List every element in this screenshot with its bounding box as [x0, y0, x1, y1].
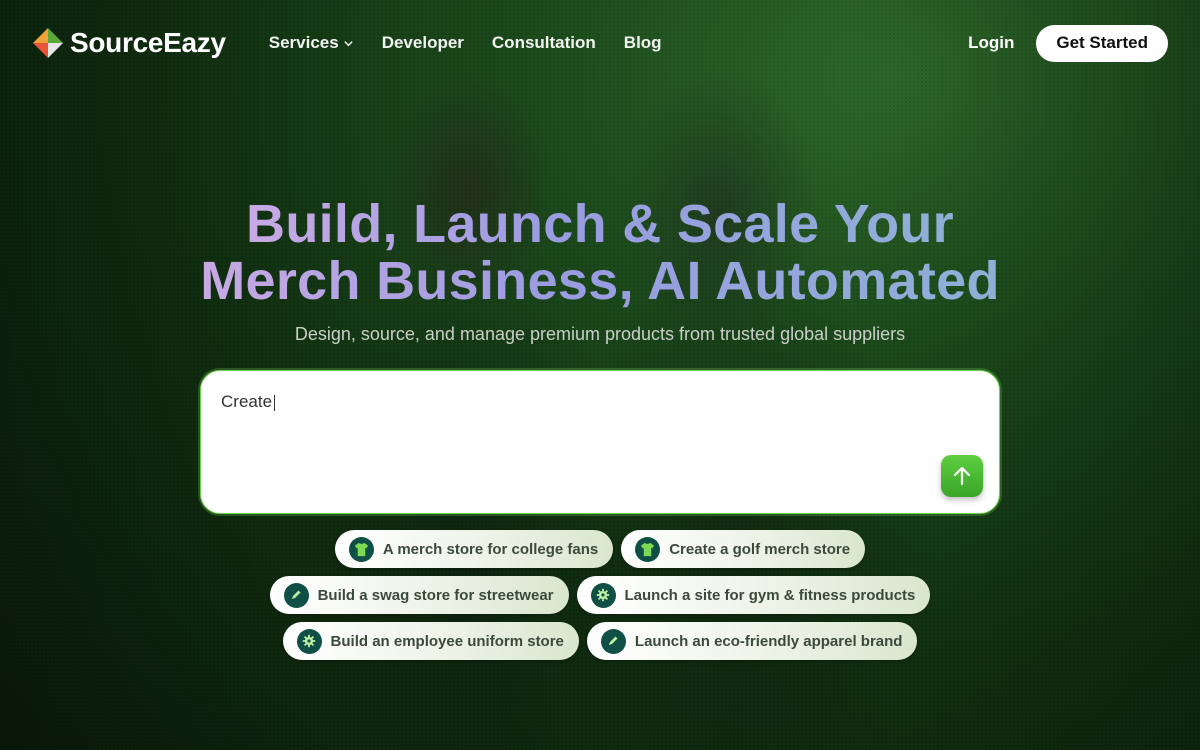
hero-title: Build, Launch & Scale Your Merch Busines…: [0, 196, 1200, 310]
gear-icon: [590, 582, 616, 608]
suggestion-row: Build an employee uniform store Launch a…: [0, 622, 1200, 660]
suggestion-chip[interactable]: Launch a site for gym & fitness products: [576, 576, 931, 614]
prompt-box: [200, 370, 1000, 514]
nav-item-label: Consultation: [491, 33, 596, 52]
top-navigation: SourceEazy Services Developer Consultati…: [0, 0, 1200, 86]
nav-actions: Login Get Started: [968, 24, 1168, 62]
get-started-button[interactable]: Get Started: [1036, 24, 1168, 62]
chevron-down-icon: [344, 40, 353, 46]
tshirt-icon: [635, 536, 661, 562]
nav-item-developer[interactable]: Developer: [382, 33, 464, 53]
suggestion-chip[interactable]: Launch an eco-friendly apparel brand: [586, 622, 918, 660]
brand-logo[interactable]: SourceEazy: [32, 27, 226, 59]
brand-name: SourceEazy: [70, 27, 226, 58]
nav-item-label: Blog: [623, 33, 662, 52]
main-menu: Services Developer Consultation Blog: [269, 33, 662, 53]
suggestion-label: Build a swag store for streetwear: [317, 586, 554, 604]
suggestion-label: Launch an eco-friendly apparel brand: [634, 632, 903, 650]
suggestion-chip[interactable]: Build an employee uniform store: [282, 622, 579, 660]
suggestion-chip[interactable]: A merch store for college fans: [334, 530, 614, 568]
send-button[interactable]: [941, 455, 983, 497]
suggestion-row: Build a swag store for streetwear Launch…: [0, 576, 1200, 614]
text-caret: [274, 395, 275, 411]
suggestion-label: Launch a site for gym & fitness products: [624, 586, 916, 604]
gear-icon: [296, 628, 322, 654]
suggestion-label: Build an employee uniform store: [330, 632, 564, 650]
suggestion-label: A merch store for college fans: [382, 540, 599, 558]
suggestion-chip[interactable]: Create a golf merch store: [621, 530, 866, 568]
suggestion-row: A merch store for college fans Create a …: [0, 530, 1200, 568]
suggestion-chips: A merch store for college fans Create a …: [0, 530, 1200, 668]
prompt-input[interactable]: [221, 391, 921, 413]
nav-item-services[interactable]: Services: [269, 33, 354, 53]
hero-title-line-2: Merch Business, AI Automated: [200, 251, 1000, 311]
nav-item-consultation[interactable]: Consultation: [492, 33, 596, 53]
login-link[interactable]: Login: [968, 33, 1014, 53]
tshirt-icon: [348, 536, 374, 562]
suggestion-chip[interactable]: Build a swag store for streetwear: [269, 576, 569, 614]
suggestion-label: Create a golf merch store: [669, 540, 851, 558]
nav-item-label: Developer: [381, 33, 464, 52]
arrow-up-icon: [953, 466, 971, 486]
nav-item-label: Services: [268, 33, 339, 52]
nav-item-blog[interactable]: Blog: [624, 33, 662, 53]
sourceeazy-logo-icon: [33, 28, 63, 58]
hero-subtitle: Design, source, and manage premium produ…: [294, 324, 906, 344]
pencil-icon: [283, 582, 309, 608]
pencil-icon: [600, 628, 626, 654]
hero-title-line-1: Build, Launch & Scale Your: [246, 194, 954, 254]
